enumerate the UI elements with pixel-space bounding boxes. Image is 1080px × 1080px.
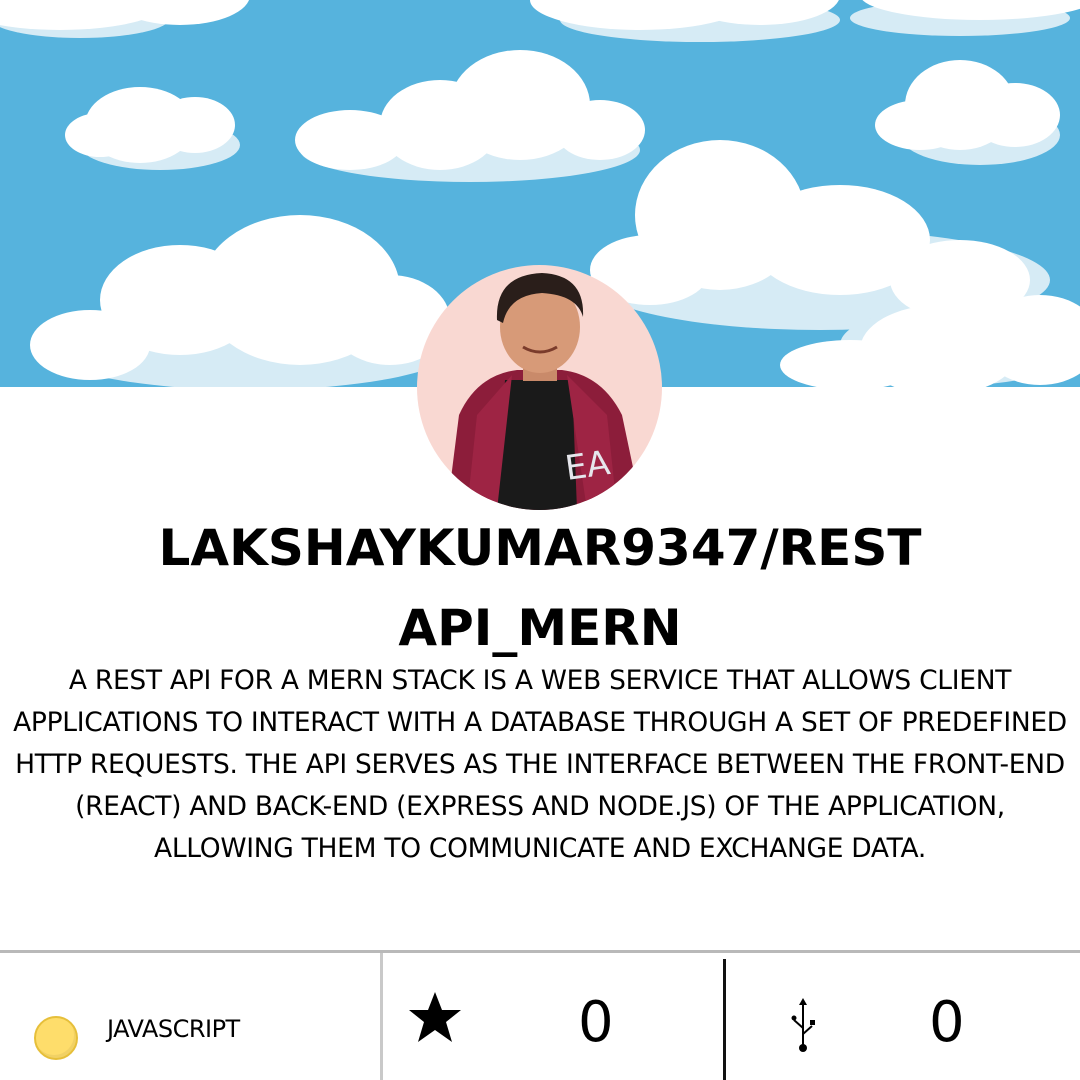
star-count: 0 [578, 990, 614, 1055]
avatar-portrait-illustration: EA [447, 273, 642, 510]
repo-title-line-2: API_MERN [398, 599, 682, 657]
language-label: JAVASCRIPT [107, 1015, 240, 1043]
repo-title: LAKSHAYKUMAR9347/REST API_MERN [40, 508, 1040, 668]
usb-fork-icon [791, 998, 815, 1052]
fork-count: 0 [929, 990, 965, 1055]
repo-description: A REST API FOR A MERN STACK IS A WEB SER… [13, 665, 1067, 864]
star-icon [409, 992, 461, 1042]
stars-cell: 0 [383, 953, 723, 1080]
language-color-dot [34, 1016, 78, 1060]
stats-footer: JAVASCRIPT 0 0 [0, 950, 1080, 1080]
forks-cell: 0 [726, 953, 1080, 1080]
repo-title-line-1: LAKSHAYKUMAR9347/REST [158, 519, 922, 577]
svg-text:EA: EA [563, 443, 613, 489]
avatar: EA [417, 265, 662, 510]
language-cell: JAVASCRIPT [0, 953, 381, 1080]
